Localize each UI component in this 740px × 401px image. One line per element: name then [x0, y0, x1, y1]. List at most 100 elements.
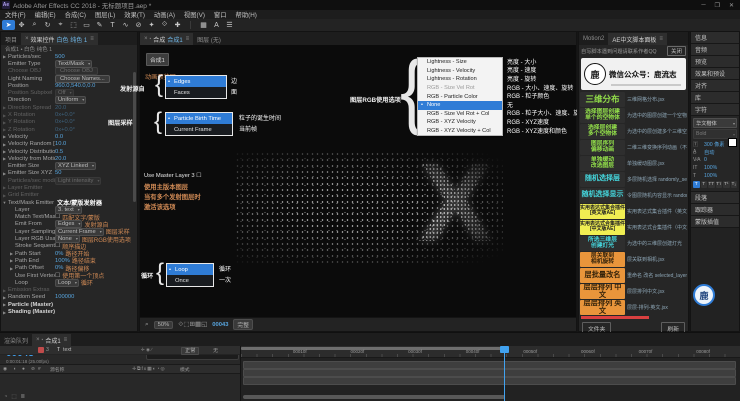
script-button[interactable]: 层层排列 英文: [580, 300, 625, 315]
property-value[interactable]: ☐: [55, 214, 60, 220]
tool-icon[interactable]: ✚: [171, 20, 184, 30]
expander-icon[interactable]: ▶: [8, 266, 15, 271]
layer-blend-mode[interactable]: 正常: [181, 347, 213, 354]
effect-property-row[interactable]: ▶ Grid Emitter: [1, 192, 132, 199]
layer-name[interactable]: text: [63, 347, 141, 353]
vscale-value[interactable]: 100%: [704, 165, 717, 171]
property-value[interactable]: 0x+0.0°: [55, 127, 75, 133]
toolbar-option-icon[interactable]: ☰: [223, 20, 236, 30]
script-button[interactable]: 图层序列 偏移动画: [580, 140, 625, 155]
effect-property-row[interactable]: ▶ Emission Extras: [1, 287, 132, 294]
font-style-toggle[interactable]: Tᴛ: [716, 181, 723, 188]
effect-property-row[interactable]: ▶ Particle (Master): [1, 301, 132, 308]
expander-icon[interactable]: ▶: [1, 193, 8, 198]
font-size-value[interactable]: 300 像素: [704, 141, 724, 148]
property-value[interactable]: 0.0: [55, 134, 63, 140]
property-value[interactable]: None: [55, 235, 80, 243]
menu-item[interactable]: 图层(L): [95, 10, 115, 19]
property-value[interactable]: 0x+0.0°: [55, 112, 75, 118]
effect-property-row[interactable]: Particles/sec modifier Light intensity: [1, 177, 132, 184]
property-value[interactable]: 10.0: [55, 141, 66, 147]
panel-header[interactable]: 信息: [691, 32, 739, 44]
effect-property-row[interactable]: Emitter Size XYZ Linked: [1, 162, 132, 169]
script-button[interactable]: 所选三维层 创建灯光: [580, 236, 625, 251]
playhead-handle[interactable]: [500, 346, 509, 353]
property-value[interactable]: 20.0: [55, 156, 66, 162]
expander-icon[interactable]: ▶: [1, 310, 8, 315]
layer-toggle-icon[interactable]: ⊘: [31, 367, 35, 372]
effect-property-row[interactable]: Light Naming Choose Names...: [1, 75, 132, 82]
tab-effect-controls[interactable]: 效果控件 白色 纯色 1: [21, 33, 98, 45]
property-value[interactable]: 50: [55, 170, 61, 176]
menu-item[interactable]: 视图(V): [184, 10, 205, 19]
expander-icon[interactable]: ▶: [1, 288, 8, 293]
panel-menu-icon[interactable]: [87, 36, 94, 42]
toolbar-option-icon[interactable]: A: [210, 20, 223, 30]
tab-composition[interactable]: 合成 合成1: [140, 33, 193, 45]
font-style-toggle[interactable]: T¹: [723, 181, 730, 188]
vertical-scale-field[interactable]: IT100%: [691, 164, 739, 172]
font-style-toggle[interactable]: T: [693, 181, 700, 188]
layer-switches[interactable]: ✛ ◉ ∕: [141, 347, 181, 353]
tracking-value[interactable]: 0: [704, 157, 707, 163]
script-button[interactable]: 随机选择显示: [580, 188, 625, 203]
effect-property-row[interactable]: ▶ Random Seed 100000: [1, 294, 132, 301]
panel-header[interactable]: 段落: [691, 192, 739, 204]
expander-icon[interactable]: ▶: [1, 134, 8, 139]
tab-scripts[interactable]: AE中文脚本面板: [608, 33, 667, 45]
property-value[interactable]: 0x+0.0°: [55, 119, 75, 125]
tool-icon[interactable]: ▭: [80, 20, 93, 30]
tab-project[interactable]: 项目: [1, 33, 21, 45]
script-button[interactable]: 层关联到 相机旋转: [580, 252, 625, 267]
effect-property-row[interactable]: Layer 3. text: [1, 206, 132, 213]
property-value[interactable]: 500: [55, 54, 65, 60]
layer-duration-bar[interactable]: [243, 369, 736, 377]
layer-toggle-icon[interactable]: ●: [22, 367, 25, 372]
window-control-button[interactable]: ─: [701, 2, 705, 9]
hscale-value[interactable]: 100%: [704, 173, 717, 179]
tab-layer-viewer[interactable]: 图层 (无): [193, 33, 225, 45]
tab-timeline-comp[interactable]: 合成1: [32, 334, 71, 346]
effect-property-row[interactable]: ▶ Z Rotation 0x+0.0°: [1, 126, 132, 133]
panel-menu-icon[interactable]: [656, 36, 663, 42]
timeline-graph-area[interactable]: 00010f00020f00030f00040f00050f00060f0007…: [240, 346, 740, 401]
time-ruler[interactable]: 00010f00020f00030f00040f00050f00060f0007…: [241, 346, 740, 358]
font-style-toggle[interactable]: T: [701, 181, 708, 188]
property-value[interactable]: XYZ Linked: [55, 162, 96, 170]
tool-icon[interactable]: ⊘: [132, 20, 145, 30]
tool-icon[interactable]: ➤: [2, 20, 15, 30]
property-value[interactable]: Choose OBJ: [55, 67, 98, 75]
menu-item[interactable]: 动画(A): [154, 10, 175, 19]
menu-item[interactable]: 文件(F): [5, 10, 26, 19]
layer-parent[interactable]: 无: [213, 347, 240, 354]
magnify-icon[interactable]: ⌕: [145, 321, 149, 329]
expander-icon[interactable]: ▶: [8, 251, 15, 256]
font-style-toggle[interactable]: T₁: [731, 181, 738, 188]
resolution-dropdown[interactable]: 完整: [233, 319, 253, 330]
tool-icon[interactable]: T: [106, 20, 119, 30]
toolbar-option-icon[interactable]: ▦: [197, 20, 210, 30]
effect-property-row[interactable]: ▶ Velocity 0.0: [1, 133, 132, 140]
tool-icon[interactable]: ⟐: [158, 20, 171, 30]
menu-item[interactable]: 编辑(E): [35, 10, 56, 19]
leading-field[interactable]: A̲自动: [691, 148, 739, 156]
script-button[interactable]: 实用表达式合集插件 [中文版AE]: [580, 220, 625, 235]
property-value[interactable]: 20.0: [55, 105, 66, 111]
script-button[interactable]: 单独缓动 改选图层: [580, 156, 625, 171]
property-value[interactable]: 3. text: [55, 206, 82, 214]
leading-value[interactable]: 自动: [704, 149, 714, 156]
timeline-toggle-icon[interactable]: ◔: [4, 394, 7, 400]
property-value[interactable]: 0%: [55, 251, 63, 257]
timeline-toggle-icon[interactable]: ≣: [21, 394, 26, 400]
tool-icon[interactable]: ↻: [41, 20, 54, 30]
property-value[interactable]: 0.5: [55, 149, 63, 155]
tab-motion2[interactable]: Motion2: [579, 33, 608, 45]
script-button[interactable]: 随机选择层: [580, 172, 625, 187]
script-button[interactable]: 选择图层创建 单个的空物体: [580, 108, 625, 123]
scrollbar[interactable]: [133, 72, 136, 202]
tool-icon[interactable]: ✦: [145, 20, 158, 30]
property-value[interactable]: 100000: [55, 294, 74, 300]
menu-item[interactable]: 合成(C): [65, 10, 86, 19]
panel-header[interactable]: 蒙版插值: [691, 216, 739, 228]
effect-property-row[interactable]: ▶ Emitter Size XYZ 50: [1, 170, 132, 177]
